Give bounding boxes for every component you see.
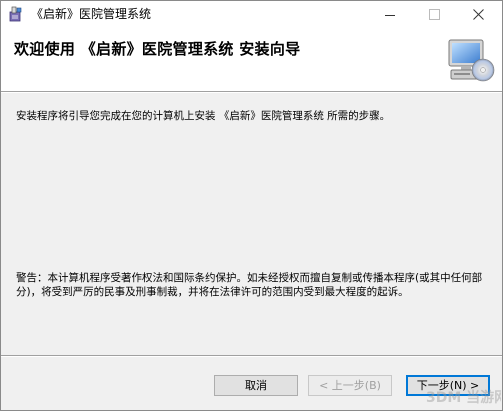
wizard-body: 安装程序将引导您完成在您的计算机上安装 《启新》医院管理系统 所需的步骤。 警告… [1,93,502,355]
minimize-button[interactable] [368,1,412,27]
maximize-icon [428,8,440,20]
wizard-heading: 欢迎使用 《启新》医院管理系统 安装向导 [14,40,301,58]
intro-text: 安装程序将引导您完成在您的计算机上安装 《启新》医院管理系统 所需的步骤。 [16,110,391,122]
close-icon [472,8,484,20]
watermark-text: 3DM 当游网 [426,389,501,406]
copyright-warning-text: 警告：本计算机程序受著作权法和国际条约保护。如未经授权而擅自复制或传播本程序(或… [16,272,483,298]
close-button[interactable] [456,1,500,27]
cancel-button[interactable]: 取消 [214,375,298,396]
installer-app-icon [9,6,22,22]
wizard-header: 欢迎使用 《启新》医院管理系统 安装向导 [1,27,502,91]
maximize-button[interactable] [412,1,456,27]
site-watermark-logo: 3DM 当游网 [426,389,501,406]
back-button: < 上一步(B) [308,375,392,396]
minimize-icon [385,14,395,16]
title-bar[interactable]: 《启新》医院管理系统 [1,1,502,27]
installer-window: 《启新》医院管理系统 欢迎使用 《启新》医院管理系统 安装向导 安装程序将引导您… [0,0,503,411]
window-title: 《启新》医院管理系统 [31,7,152,21]
computer-cd-icon [448,39,495,82]
